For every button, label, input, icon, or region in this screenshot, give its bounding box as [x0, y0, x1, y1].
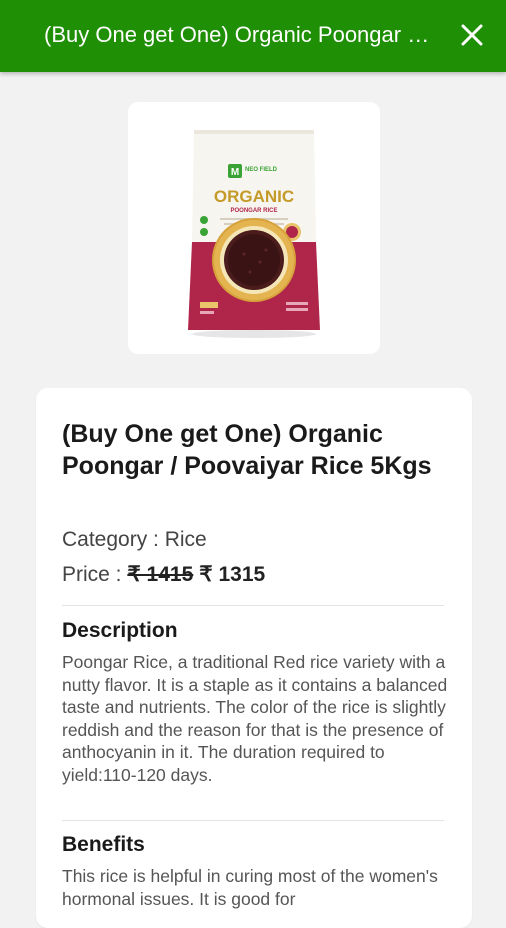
- product-title: (Buy One get One) Organic Poongar / Poov…: [62, 420, 432, 480]
- price-row: Price : ₹ 1415 ₹ 1315: [62, 561, 265, 589]
- new-price: ₹ 1315: [199, 563, 266, 586]
- close-icon: [461, 24, 483, 46]
- divider: [62, 605, 444, 606]
- price-label: Price :: [62, 563, 128, 586]
- svg-text:NEO FIELD: NEO FIELD: [245, 167, 278, 173]
- description-text: Poongar Rice, a traditional Red rice var…: [62, 652, 448, 785]
- svg-text:ORGANIC: ORGANIC: [214, 187, 294, 206]
- category-label: Category :: [62, 528, 165, 551]
- benefits-heading: Benefits: [62, 833, 145, 856]
- product-details-card: (Buy One get One) Organic Poongar / Poov…: [36, 388, 472, 928]
- svg-text:POONGAR RICE: POONGAR RICE: [230, 208, 277, 214]
- old-price: ₹ 1415: [127, 563, 194, 586]
- product-image: M NEO FIELD ORGANIC POONGAR RICE: [188, 130, 320, 338]
- close-button[interactable]: [456, 20, 488, 52]
- category-row: Category : Rice: [62, 526, 207, 554]
- divider: [62, 820, 444, 821]
- category-value: Rice: [164, 528, 207, 551]
- svg-text:M: M: [231, 167, 239, 178]
- product-image-card[interactable]: M NEO FIELD ORGANIC POONGAR RICE: [128, 102, 380, 354]
- app-bar-title: (Buy One get One) Organic Poongar Rice (…: [44, 22, 436, 47]
- benefits-text: This rice is helpful in curing most of t…: [62, 866, 438, 909]
- app-bar: (Buy One get One) Organic Poongar Rice (…: [0, 0, 506, 72]
- description-heading: Description: [62, 619, 178, 642]
